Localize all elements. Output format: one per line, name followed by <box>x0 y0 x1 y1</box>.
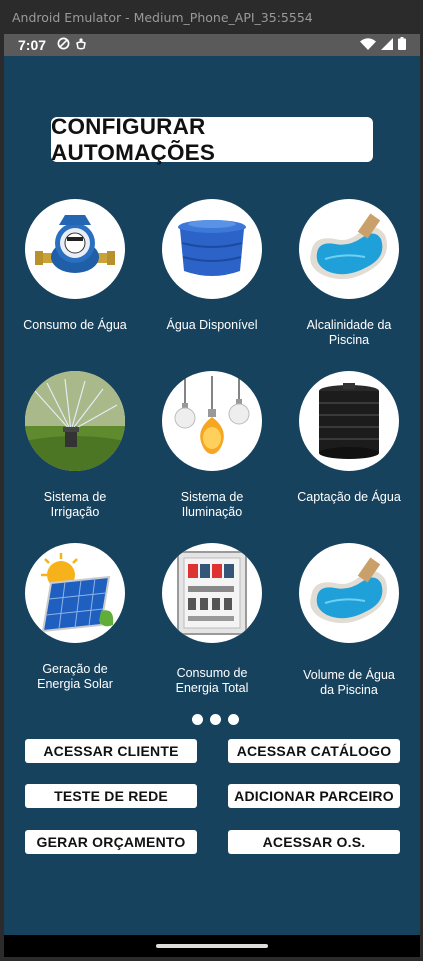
tile-label: Água Disponível <box>147 318 277 333</box>
adicionar-parceiro-button[interactable]: ADICIONAR PARCEIRO <box>228 784 400 808</box>
tile-alcalinidade-piscina[interactable]: Alcalinidade da Piscina <box>284 199 414 347</box>
light-bulbs-icon <box>162 371 262 471</box>
tile-label: Consumo de Água <box>10 318 140 333</box>
tile-label: Sistema de Irrigação <box>10 490 140 520</box>
tile-label-line: Sistema de <box>43 490 107 504</box>
emulator-title: Android Emulator - Medium_Phone_API_35:5… <box>12 9 313 25</box>
tile-label: Alcalinidade da Piscina <box>284 318 414 348</box>
tile-label-line: Água Disponível <box>166 318 258 332</box>
pool-icon <box>299 543 399 643</box>
pool-icon <box>299 199 399 299</box>
tile-label: Consumo de Energia Total <box>147 666 277 696</box>
page-indicator <box>192 714 239 725</box>
tile-label: Captação de Água <box>284 490 414 505</box>
tile-label: Geração de Energia Solar <box>10 662 140 692</box>
page-dot <box>192 714 203 725</box>
tile-sistema-irrigacao[interactable]: Sistema de Irrigação <box>10 371 140 519</box>
tile-label-line: Piscina <box>328 333 370 347</box>
tile-consumo-agua[interactable]: Consumo de Água <box>10 199 140 332</box>
tile-sistema-iluminacao[interactable]: Sistema de Iluminação <box>147 371 277 519</box>
page-dot <box>210 714 221 725</box>
sprinkler-icon <box>25 371 125 471</box>
tile-label-line: Sistema de <box>180 490 244 504</box>
water-tank-black-icon <box>299 371 399 471</box>
tile-label-line: Captação de Água <box>297 490 401 504</box>
status-time: 7:07 <box>18 37 47 53</box>
acessar-catalogo-button[interactable]: ACESSAR CATÁLOGO <box>228 739 400 763</box>
tile-label-line: Alcalinidade da <box>306 318 392 332</box>
tile-label: Sistema de Iluminação <box>147 490 277 520</box>
tile-label-line: Consumo de Água <box>23 318 127 332</box>
home-gesture-handle[interactable] <box>156 944 268 948</box>
page-dot <box>228 714 239 725</box>
tile-label-line: Energia Solar <box>37 677 113 691</box>
emulator-title-bar: Android Emulator - Medium_Phone_API_35:5… <box>0 0 423 34</box>
page-title: CONFIGURAR AUTOMAÇÕES <box>51 114 373 165</box>
acessar-os-button[interactable]: ACESSAR O.S. <box>228 830 400 854</box>
tile-label-line: Consumo de <box>176 666 248 680</box>
tile-label-line: Iluminação <box>181 505 243 519</box>
acessar-cliente-button[interactable]: ACESSAR CLIENTE <box>25 739 197 763</box>
signal-icon <box>381 37 393 53</box>
tile-volume-agua-piscina[interactable]: Volume de Água da Piscina <box>284 543 414 697</box>
tile-consumo-energia-total[interactable]: Consumo de Energia Total <box>147 543 277 695</box>
teste-rede-button[interactable]: TESTE DE REDE <box>25 784 197 808</box>
tile-label-line: da Piscina <box>320 683 378 697</box>
tile-captacao-agua[interactable]: Captação de Água <box>284 371 414 504</box>
block-icon <box>57 37 70 53</box>
water-meter-icon <box>25 199 125 299</box>
tile-label-line: Geração de <box>42 662 108 676</box>
wifi-icon <box>360 37 376 53</box>
solar-panel-icon <box>25 543 125 643</box>
tile-label: Volume de Água da Piscina <box>284 668 414 698</box>
tile-label-line: Energia Total <box>175 681 249 695</box>
status-bar: 7:07 <box>4 34 420 56</box>
tile-label-line: Volume de Água <box>303 668 395 682</box>
tile-agua-disponivel[interactable]: Água Disponível <box>147 199 277 332</box>
gerar-orcamento-button[interactable]: GERAR ORÇAMENTO <box>25 830 197 854</box>
tile-label-line: Irrigação <box>50 505 100 519</box>
navigation-bar <box>4 935 420 957</box>
phone-screen: 7:07 CONFIGURAR AUTOMAÇÕES Consumo de Ág… <box>4 34 420 957</box>
electrical-panel-icon <box>162 543 262 643</box>
debug-icon <box>75 37 87 53</box>
water-tank-icon <box>162 199 262 299</box>
tile-geracao-energia-solar[interactable]: Geração de Energia Solar <box>10 543 140 691</box>
battery-icon <box>398 37 406 53</box>
